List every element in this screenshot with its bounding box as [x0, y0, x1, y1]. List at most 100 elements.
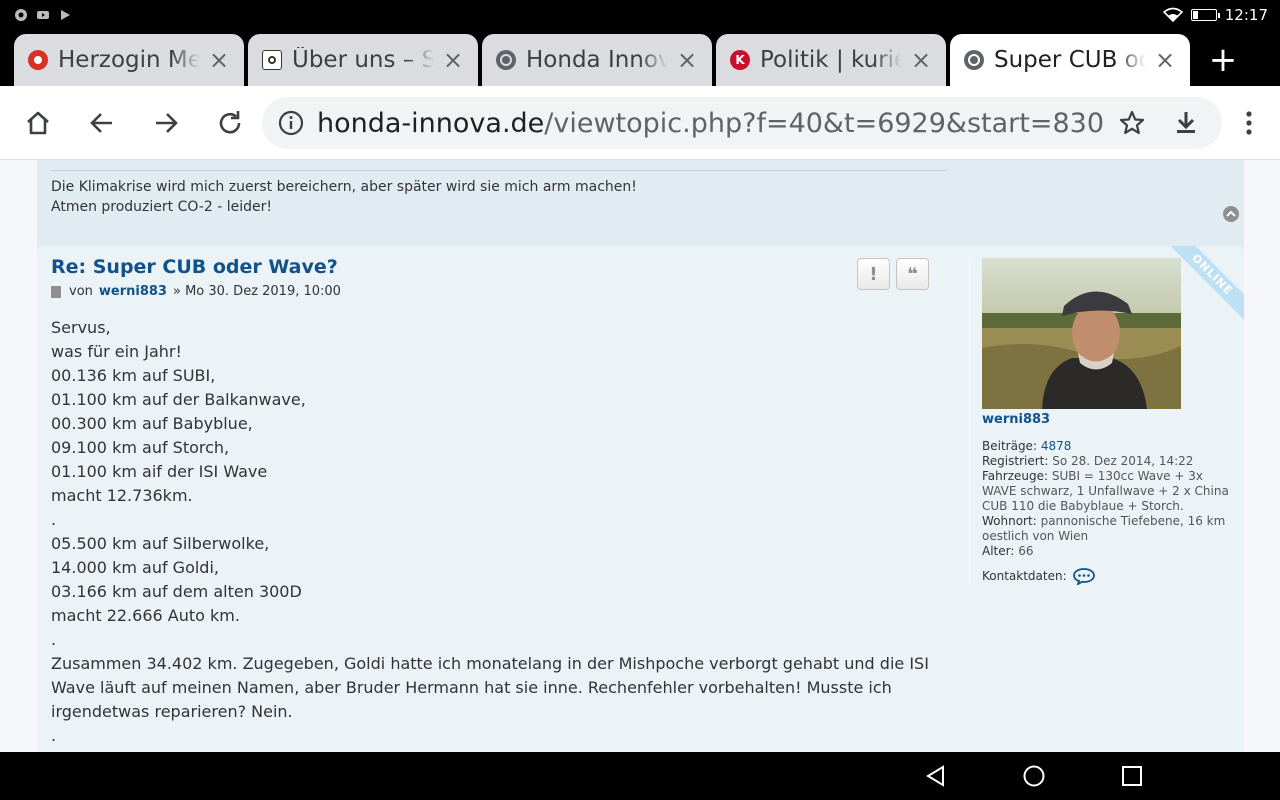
- nav-back-icon[interactable]: [924, 764, 948, 788]
- tab-favicon: [28, 50, 48, 70]
- posts-count-link[interactable]: 4878: [1041, 439, 1072, 453]
- profile-location: Wohnort: pannonische Tiefebene, 16 km oe…: [982, 514, 1239, 544]
- tab-honda-innova[interactable]: Honda Innova ×: [482, 34, 712, 86]
- posts-label: Beiträge:: [982, 439, 1037, 453]
- status-time: 12:17: [1224, 6, 1268, 24]
- home-button[interactable]: [22, 107, 54, 139]
- post-line: 09.100 km auf Storch,: [51, 438, 230, 457]
- post-line: macht 12.736km.: [51, 486, 193, 505]
- download-icon[interactable]: [1172, 109, 1200, 137]
- post-icon[interactable]: [51, 285, 61, 298]
- post-date: » Mo 30. Dez 2019, 10:00: [172, 284, 341, 299]
- forward-button[interactable]: [150, 107, 182, 139]
- avatar-photo: [982, 258, 1181, 409]
- status-bar: 12:17: [0, 0, 1280, 32]
- post-meta: von werni883 » Mo 30. Dez 2019, 10:00: [51, 284, 341, 299]
- post-line: .: [51, 510, 57, 529]
- status-icons-left: [14, 8, 72, 22]
- globe-icon: [964, 50, 984, 70]
- home-icon: [27, 111, 49, 135]
- age-label: Alter:: [982, 544, 1015, 558]
- post-actions: ! ❝: [857, 258, 929, 290]
- reload-button[interactable]: [214, 107, 246, 139]
- profile-facts: Beiträge: 4878 Registriert: So 28. Dez 2…: [982, 439, 1239, 585]
- close-tab-icon[interactable]: ×: [676, 48, 698, 72]
- vehicles-label: Fahrzeuge:: [982, 469, 1049, 483]
- profile-contact: Kontaktdaten:: [982, 567, 1239, 585]
- chat-bubble-icon[interactable]: [1072, 567, 1095, 585]
- tab-favicon: K: [730, 50, 750, 70]
- web-page: Die Klimakrise wird mich zuerst bereiche…: [0, 160, 1280, 752]
- profile-vehicles: Fahrzeuge: SUBI = 130cc Wave + 3x WAVE s…: [982, 469, 1239, 514]
- post-line: .: [51, 726, 57, 745]
- post-line: 01.100 km auf der Balkanwave,: [51, 390, 306, 409]
- post-line: was für ein Jahr!: [51, 342, 182, 361]
- post-line: Zusammen 34.402 km. Zugegeben, Goldi hat…: [51, 654, 929, 721]
- post-content: Servus, was für ein Jahr! 00.136 km auf …: [51, 316, 951, 748]
- chevron-up-icon: [1226, 210, 1236, 217]
- play-store-icon: [61, 10, 70, 20]
- post-line: macht 22.666 Auto km.: [51, 606, 240, 625]
- report-button[interactable]: !: [857, 258, 890, 290]
- tab-strip: Herzogin Meghan × Über uns – SoundCloud …: [0, 32, 1280, 86]
- tab-title: Politik | kurier.at: [760, 47, 902, 73]
- tab-herzogin[interactable]: Herzogin Meghan ×: [14, 34, 244, 86]
- contact-label: Kontaktdaten:: [982, 568, 1067, 583]
- status-icons-right: 12:17: [1162, 6, 1268, 24]
- post-line: 14.000 km auf Goldi,: [51, 558, 219, 577]
- profile-age: Alter: 66: [982, 544, 1239, 559]
- reload-icon: [219, 111, 241, 134]
- tab-title: Honda Innova: [526, 47, 668, 73]
- battery-icon: [1190, 9, 1220, 21]
- avatar[interactable]: [982, 258, 1181, 409]
- back-to-top-button[interactable]: [1223, 206, 1239, 222]
- tab-title: Super CUB oder Wave?: [994, 47, 1146, 73]
- url-host: honda-innova.de: [317, 108, 545, 139]
- tab-title: Herzogin Meghan: [58, 47, 200, 73]
- arrow-right-icon: [156, 113, 178, 133]
- back-button[interactable]: [86, 107, 118, 139]
- close-tab-icon[interactable]: ×: [910, 48, 932, 72]
- profile-username[interactable]: werni883: [982, 412, 1239, 427]
- nav-home-icon[interactable]: [1022, 764, 1046, 788]
- star-icon[interactable]: [1118, 109, 1146, 137]
- registered-value: So 28. Dez 2014, 14:22: [1052, 454, 1194, 468]
- post-line: 00.136 km auf SUBI,: [51, 366, 216, 385]
- post-line: 05.500 km auf Silberwolke,: [51, 534, 270, 553]
- globe-icon: [496, 50, 516, 70]
- tab-super-cub[interactable]: Super CUB oder Wave? ×: [950, 34, 1190, 86]
- post-line: Servus,: [51, 318, 111, 337]
- post-author-link[interactable]: werni883: [99, 284, 167, 299]
- post-line: 03.166 km auf dem alten 300D: [51, 582, 302, 601]
- signature-line: Die Klimakrise wird mich zuerst bereiche…: [51, 179, 637, 195]
- info-icon[interactable]: [278, 110, 304, 136]
- forum-post: Re: Super CUB oder Wave? von werni883 » …: [37, 246, 1244, 752]
- post-line: 00.300 km auf Babyblue,: [51, 414, 253, 433]
- tab-ueber-uns[interactable]: Über uns – SoundCloud ×: [248, 34, 478, 86]
- post-line: .: [51, 630, 57, 649]
- system-nav-bar: [0, 752, 1280, 800]
- close-tab-icon[interactable]: ×: [208, 48, 230, 72]
- youtube-icon: [37, 11, 49, 19]
- close-tab-icon[interactable]: ×: [1154, 48, 1176, 72]
- post-line: 01.100 km aif der ISI Wave: [51, 462, 268, 481]
- tab-title: Über uns – SoundCloud: [292, 47, 434, 73]
- location-label: Wohnort:: [982, 514, 1037, 528]
- more-menu-icon[interactable]: [1238, 107, 1260, 139]
- registered-label: Registriert:: [982, 454, 1049, 468]
- chrome-icon: [15, 9, 27, 21]
- signature-line: Atmen produziert CO-2 - leider!: [51, 199, 272, 215]
- arrow-left-icon: [90, 113, 112, 133]
- tab-favicon: [262, 50, 282, 70]
- wifi-icon: [1162, 7, 1183, 23]
- profile-registered: Registriert: So 28. Dez 2014, 14:22: [982, 454, 1239, 469]
- post-profile: werni883 Beiträge: 4878 Registriert: So …: [969, 258, 1239, 585]
- quote-button[interactable]: ❝: [896, 258, 929, 290]
- nav-recents-icon[interactable]: [1120, 764, 1144, 788]
- close-tab-icon[interactable]: ×: [442, 48, 464, 72]
- post-title[interactable]: Re: Super CUB oder Wave?: [51, 256, 338, 278]
- tab-politik-kurier[interactable]: K Politik | kurier.at ×: [716, 34, 946, 86]
- url-text[interactable]: honda-innova.de/viewtopic.php?f=40&t=692…: [317, 108, 1104, 139]
- new-tab-button[interactable]: +: [1206, 43, 1240, 78]
- address-bar[interactable]: honda-innova.de/viewtopic.php?f=40&t=692…: [262, 97, 1222, 149]
